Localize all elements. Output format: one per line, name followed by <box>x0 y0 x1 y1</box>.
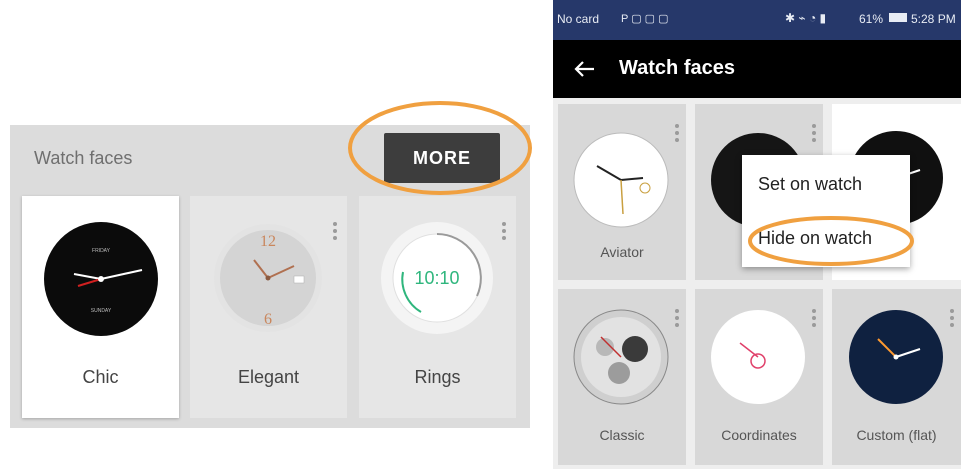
app-title: Watch faces <box>619 57 735 79</box>
app-bar: Watch faces <box>553 40 961 98</box>
svg-text:SUNDAY: SUNDAY <box>91 308 112 314</box>
overflow-menu-icon[interactable] <box>333 222 337 243</box>
face-card-aviator[interactable]: Aviator <box>558 104 686 280</box>
watch-face-card-elegant[interactable]: 12 6 Elegant <box>190 196 347 418</box>
battery-level: 61% <box>859 12 884 26</box>
back-arrow-icon[interactable] <box>573 60 595 78</box>
elegant-twelve: 12 <box>260 233 276 250</box>
face-label-aviator: Aviator <box>600 244 644 260</box>
face-card-coordinates[interactable]: Coordinates <box>695 289 823 465</box>
watch-face-card-chic[interactable]: FRIDAY SUNDAY Chic <box>22 196 179 418</box>
face-card-custom-flat[interactable]: Custom (flat) <box>832 289 961 465</box>
chic-watch-face-icon: FRIDAY SUNDAY <box>44 222 158 336</box>
panel-title: Watch faces <box>34 148 133 168</box>
custom-flat-watch-face-icon <box>849 310 943 404</box>
watch-face-card-rings[interactable]: 10:10 Rings <box>359 196 516 418</box>
coordinates-watch-face-icon <box>711 310 805 404</box>
rings-watch-face-icon: 10:10 <box>381 222 493 334</box>
card-label-rings: Rings <box>414 367 461 387</box>
overflow-menu-icon[interactable] <box>812 124 816 145</box>
highlight-ellipse-more <box>348 101 532 195</box>
aviator-watch-face-icon <box>573 132 669 228</box>
overflow-menu-icon[interactable] <box>675 124 679 145</box>
face-label-custom-flat: Custom (flat) <box>856 427 937 443</box>
overflow-menu-icon[interactable] <box>502 222 506 243</box>
svg-text:FRIDAY: FRIDAY <box>92 248 111 254</box>
status-carrier: No card <box>557 12 600 26</box>
overflow-menu-icon[interactable] <box>950 309 954 330</box>
status-time: 5:28 PM <box>911 12 956 26</box>
elegant-watch-face-icon: 12 6 <box>214 224 322 332</box>
face-label-classic: Classic <box>599 427 645 443</box>
bluetooth-wifi-icon: ✱ ⌁ ◔ ▮ <box>785 11 827 25</box>
notification-icons: P ▢ ▢ ▢ <box>621 13 669 25</box>
overflow-menu-icon[interactable] <box>675 309 679 330</box>
rings-time: 10:10 <box>414 268 459 288</box>
face-label-coordinates: Coordinates <box>721 427 797 443</box>
menu-item-set-on-watch[interactable]: Set on watch <box>758 174 862 195</box>
battery-icon <box>889 13 907 22</box>
card-label-elegant: Elegant <box>237 367 300 387</box>
card-label-chic: Chic <box>82 367 119 387</box>
classic-watch-face-icon <box>573 309 669 405</box>
face-card-classic[interactable]: Classic <box>558 289 686 465</box>
overflow-menu-icon[interactable] <box>812 309 816 330</box>
highlight-ellipse-hide <box>748 216 914 266</box>
elegant-six: 6 <box>264 311 272 328</box>
status-bar: No card P ▢ ▢ ▢ ✱ ⌁ ◔ ▮ 61% 5:28 PM <box>553 0 961 40</box>
